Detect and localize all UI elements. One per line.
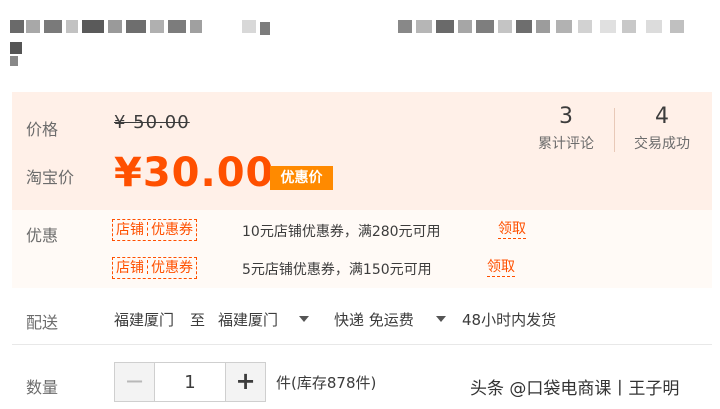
discount-label: 优惠 <box>26 226 59 245</box>
sales-caption: 交易成功 <box>634 136 690 152</box>
taobao-price-label: 淘宝价 <box>26 168 75 187</box>
claim-coupon-button[interactable]: 领取 <box>498 221 526 239</box>
shipping-method-select[interactable]: 快递 免运费 <box>334 309 414 330</box>
quantity-label: 数量 <box>26 378 59 397</box>
quantity-stepper: − + <box>114 362 266 402</box>
coupon-tag-coupon: 优惠券 <box>151 260 193 276</box>
increase-quantity-button[interactable]: + <box>225 363 265 401</box>
divider <box>12 344 712 345</box>
product-title-blurred <box>10 10 710 70</box>
coupon-tag-shop: 店铺 <box>116 260 144 276</box>
chevron-down-icon[interactable] <box>299 316 309 322</box>
decrease-quantity-button[interactable]: − <box>115 363 155 401</box>
coupon-tag-coupon: 优惠券 <box>151 222 193 238</box>
ship-to-select[interactable]: 福建厦门 <box>218 309 278 330</box>
promo-price: ¥30.00 <box>114 150 275 196</box>
ship-to-word: 至 <box>190 311 206 329</box>
chevron-down-icon[interactable] <box>436 316 446 322</box>
original-price: ¥ 50.00 <box>114 112 190 133</box>
review-caption: 累计评论 <box>538 136 594 152</box>
coupon-text: 5元店铺优惠券，满150元可用 <box>242 262 432 278</box>
coupon-tag-shop: 店铺 <box>116 222 144 238</box>
delivery-label: 配送 <box>26 313 59 332</box>
review-count: 3 <box>559 104 573 129</box>
sales-count: 4 <box>655 104 669 129</box>
coupon-tag: 店铺 优惠券 <box>112 219 197 241</box>
coupon-text: 10元店铺优惠券，满280元可用 <box>242 224 441 240</box>
ship-from: 福建厦门 <box>114 311 175 329</box>
review-count-stat[interactable]: 3 累计评论 <box>526 104 606 153</box>
ship-time: 48小时内发货 <box>462 311 557 329</box>
sales-count-stat[interactable]: 4 交易成功 <box>622 104 702 153</box>
stat-divider <box>614 108 615 152</box>
price-label: 价格 <box>26 120 59 139</box>
stock-info: 件(库存878件) <box>276 374 377 392</box>
promo-badge: 优惠价 <box>270 166 333 190</box>
quantity-input[interactable] <box>155 363 225 401</box>
claim-coupon-button[interactable]: 领取 <box>487 259 515 277</box>
watermark-text: 头条 @口袋电商课丨王子明 <box>470 379 680 399</box>
coupon-tag: 店铺 优惠券 <box>112 257 197 279</box>
